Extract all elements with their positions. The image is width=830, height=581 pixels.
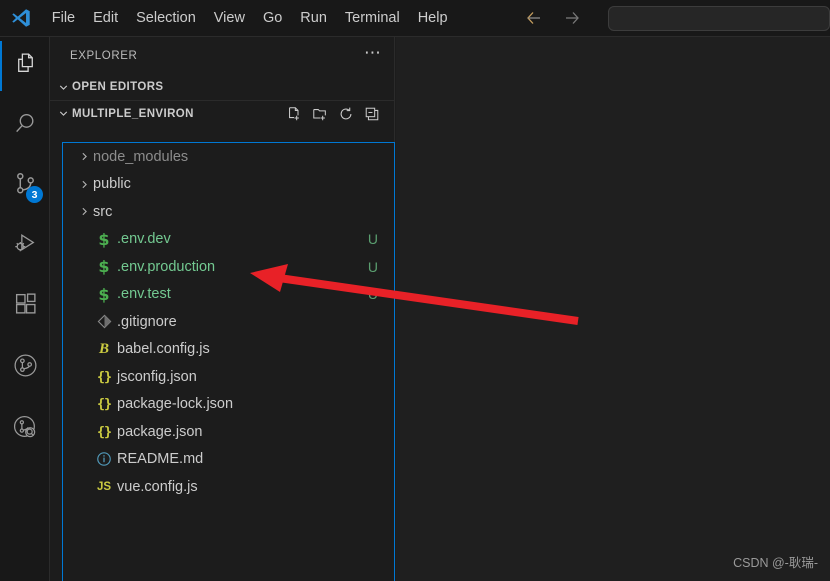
chevron-right-icon [75, 178, 93, 191]
menu-bar: File Edit Selection View Go Run Terminal… [43, 0, 457, 37]
tree-label: .env.dev [117, 231, 171, 247]
tree-label: README.md [117, 451, 203, 467]
tree-row-env-test[interactable]: $ .env.test U [63, 281, 394, 309]
folder-actions [285, 105, 394, 122]
file-tree[interactable]: node_modules public src $ .env.dev U [62, 142, 395, 581]
json-icon: {} [93, 369, 115, 385]
chevron-down-icon [54, 78, 72, 96]
activity-bar: 3 [0, 37, 50, 581]
activity-item-git-graph[interactable] [0, 343, 50, 393]
collapse-all-icon[interactable] [363, 105, 380, 122]
extensions-icon [13, 291, 38, 321]
arrow-right-icon[interactable] [561, 7, 583, 29]
git-status-badge: U [368, 259, 382, 275]
source-control-badge: 3 [26, 186, 43, 203]
explorer-sidebar: EXPLORER ⋯ OPEN EDITORS MULTIPLE_ENVIRON [50, 37, 395, 581]
menu-help[interactable]: Help [409, 5, 457, 31]
activity-item-search[interactable] [0, 101, 50, 151]
menu-selection[interactable]: Selection [127, 5, 205, 31]
js-icon: JS [93, 481, 115, 493]
tree-row-vue-config[interactable]: JS vue.config.js [63, 473, 394, 501]
files-icon [13, 51, 38, 81]
tree-row-babel-config[interactable]: B babel.config.js [63, 336, 394, 364]
section-open-editors[interactable]: OPEN EDITORS [50, 74, 394, 100]
env-dollar-icon: $ [93, 285, 115, 304]
ellipsis-icon[interactable]: ⋯ [364, 49, 382, 63]
git-status-badge: U [368, 286, 382, 302]
run-debug-icon [13, 231, 38, 261]
section-multiple-environ[interactable]: MULTIPLE_ENVIRON [50, 100, 394, 126]
tree-label: .env.production [117, 259, 215, 275]
vscode-window: File Edit Selection View Go Run Terminal… [0, 0, 830, 581]
activity-item-source-control[interactable]: 3 [0, 161, 50, 211]
navigation-arrows [523, 7, 583, 29]
tree-label: node_modules [93, 149, 188, 165]
babel-icon: B [93, 341, 115, 358]
menu-view[interactable]: View [205, 5, 254, 31]
menu-file[interactable]: File [43, 5, 84, 31]
activity-item-explorer[interactable] [0, 41, 50, 91]
tree-row-env-dev[interactable]: $ .env.dev U [63, 226, 394, 254]
git-graph-icon [12, 352, 39, 384]
tree-label: src [93, 204, 112, 220]
refresh-icon[interactable] [337, 105, 354, 122]
json-icon: {} [93, 424, 115, 440]
watermark-text: CSDN @-耿瑞- [733, 552, 818, 571]
tree-label: package-lock.json [117, 396, 233, 412]
menu-run[interactable]: Run [291, 5, 336, 31]
tree-row-package-json[interactable]: {} package.json [63, 418, 394, 446]
tree-label: package.json [117, 424, 202, 440]
tree-row-readme[interactable]: README.md [63, 446, 394, 474]
page-title: EXPLORER [70, 50, 364, 62]
vscode-logo-icon [0, 0, 43, 37]
tree-label: .gitignore [117, 314, 177, 330]
new-file-icon[interactable] [285, 105, 302, 122]
tree-row-env-production[interactable]: $ .env.production U [63, 253, 394, 281]
tree-label: .env.test [117, 286, 171, 302]
env-dollar-icon: $ [93, 230, 115, 249]
tree-row-node_modules[interactable]: node_modules [63, 143, 394, 171]
section-label-multiple-environ: MULTIPLE_ENVIRON [72, 108, 194, 120]
tree-row-jsconfig[interactable]: {} jsconfig.json [63, 363, 394, 391]
editor-area: CSDN @-耿瑞- [396, 37, 830, 581]
chevron-right-icon [75, 150, 93, 163]
menu-go[interactable]: Go [254, 5, 291, 31]
new-folder-icon[interactable] [311, 105, 328, 122]
tree-row-gitignore[interactable]: .gitignore [63, 308, 394, 336]
activity-item-run-and-debug[interactable] [0, 221, 50, 271]
title-bar: File Edit Selection View Go Run Terminal… [0, 0, 830, 37]
sidebar-header: EXPLORER ⋯ [50, 37, 394, 74]
menu-edit[interactable]: Edit [84, 5, 127, 31]
tree-row-public[interactable]: public [63, 171, 394, 199]
menu-terminal[interactable]: Terminal [336, 5, 409, 31]
markdown-info-icon [93, 451, 115, 467]
activity-item-git-graph-search[interactable] [0, 405, 50, 455]
arrow-left-icon[interactable] [523, 7, 545, 29]
activity-item-extensions[interactable] [0, 281, 50, 331]
tree-label: jsconfig.json [117, 369, 197, 385]
tree-row-package-lock[interactable]: {} package-lock.json [63, 391, 394, 419]
tree-label: public [93, 176, 131, 192]
chevron-down-icon [54, 105, 72, 123]
section-label-open-editors: OPEN EDITORS [72, 81, 164, 93]
env-dollar-icon: $ [93, 257, 115, 276]
git-graph-search-icon [12, 414, 39, 446]
git-file-icon [93, 314, 115, 329]
git-status-badge: U [368, 231, 382, 247]
tree-label: babel.config.js [117, 341, 210, 357]
tree-label: vue.config.js [117, 479, 198, 495]
search-icon [13, 111, 38, 141]
tree-row-src[interactable]: src [63, 198, 394, 226]
command-center-input[interactable] [608, 6, 830, 31]
chevron-right-icon [75, 205, 93, 218]
json-icon: {} [93, 396, 115, 412]
